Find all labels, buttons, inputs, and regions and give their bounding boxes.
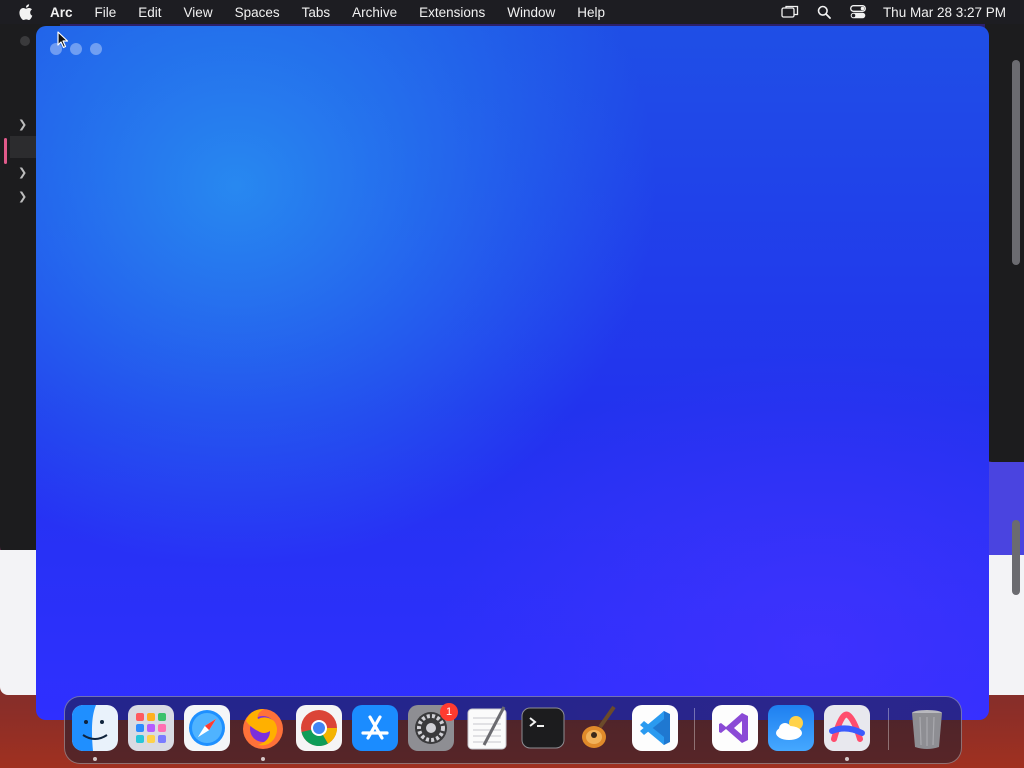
app-store-icon[interactable] [352, 705, 398, 751]
menu-app-name[interactable]: Arc [50, 5, 73, 20]
running-indicator [93, 757, 97, 761]
garageband-icon[interactable] [576, 705, 622, 751]
vscode-icon[interactable] [632, 705, 678, 751]
dock-separator [694, 708, 695, 750]
visual-studio-icon[interactable] [712, 705, 758, 751]
chrome-icon[interactable] [296, 705, 342, 751]
running-indicator [845, 757, 849, 761]
chevron-right-icon: ❯ [18, 191, 28, 203]
arc-browser-window[interactable] [36, 26, 989, 720]
menu-help[interactable]: Help [577, 5, 605, 20]
mouse-pointer-icon [57, 31, 69, 54]
menu-archive[interactable]: Archive [352, 5, 397, 20]
menu-window[interactable]: Window [507, 5, 555, 20]
chevron-right-icon: ❯ [18, 119, 28, 131]
sidebar-accent [4, 138, 7, 164]
notification-badge: 1 [440, 703, 458, 721]
menu-tabs[interactable]: Tabs [302, 5, 331, 20]
safari-icon[interactable] [184, 705, 230, 751]
scrollbar-thumb[interactable] [1012, 60, 1020, 265]
textedit-icon[interactable] [464, 705, 510, 751]
window-minimize-button[interactable] [70, 43, 82, 55]
menu-view[interactable]: View [184, 5, 213, 20]
scrollbar-thumb-lower[interactable] [1012, 520, 1020, 595]
menu-bar: Arc File Edit View Spaces Tabs Archive E… [0, 0, 1024, 24]
menu-bar-status-area: Thu Mar 28 3:27 PM [765, 0, 1006, 24]
menu-extensions[interactable]: Extensions [419, 5, 485, 20]
menu-file[interactable]: File [95, 5, 117, 20]
arc-icon[interactable] [824, 705, 870, 751]
spotlight-search-icon[interactable] [815, 4, 833, 20]
trash-icon[interactable] [904, 705, 950, 751]
menu-spaces[interactable]: Spaces [235, 5, 280, 20]
menu-bar-clock[interactable]: Thu Mar 28 3:27 PM [883, 5, 1006, 20]
apple-menu-icon[interactable] [18, 4, 34, 20]
dock-separator [888, 708, 889, 750]
menu-edit[interactable]: Edit [138, 5, 161, 20]
finder-icon[interactable] [72, 705, 118, 751]
chevron-right-icon: ❯ [18, 167, 28, 179]
background-window-left-lower[interactable] [0, 550, 40, 695]
firefox-icon[interactable] [240, 705, 286, 751]
launchpad-icon[interactable] [128, 705, 174, 751]
screen-mirroring-icon[interactable] [781, 4, 799, 20]
control-center-icon[interactable] [849, 4, 867, 20]
running-indicator [261, 757, 265, 761]
window-zoom-button[interactable] [90, 43, 102, 55]
terminal-icon[interactable] [520, 705, 566, 751]
weather-icon[interactable] [768, 705, 814, 751]
window-close-dot [20, 36, 30, 46]
